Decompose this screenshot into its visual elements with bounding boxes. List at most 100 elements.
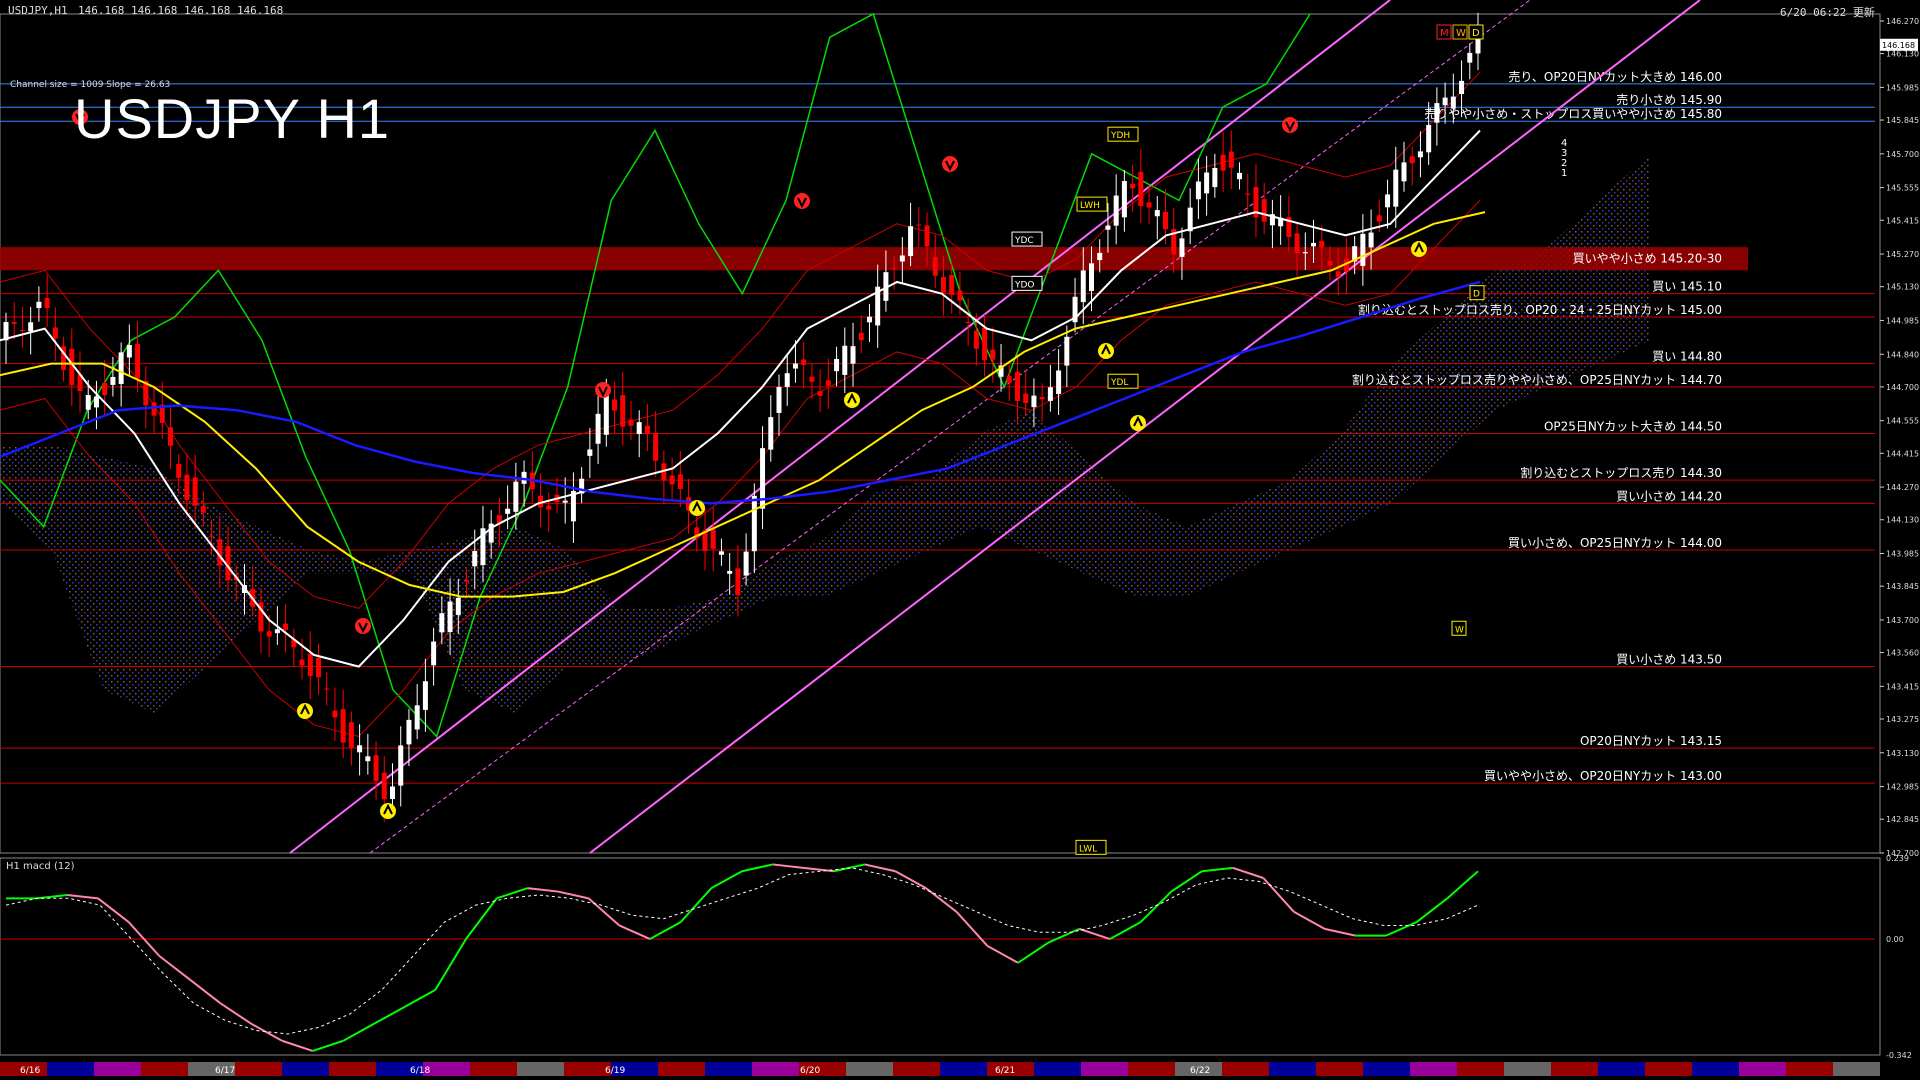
candle-body	[52, 327, 58, 339]
candle-body	[151, 402, 157, 416]
date-strip-segment	[705, 1062, 752, 1076]
candle-body	[1163, 212, 1169, 230]
y-tick-label: 143.275	[1886, 715, 1919, 724]
candle-body	[587, 449, 593, 456]
candle-body	[299, 659, 305, 666]
candle-body	[1056, 370, 1062, 394]
candle-body	[324, 688, 330, 690]
date-strip-segment	[141, 1062, 188, 1076]
buy-zone-band	[0, 247, 1748, 271]
candle-body	[768, 417, 774, 450]
candle-body	[110, 376, 116, 385]
date-strip-segment	[940, 1062, 987, 1076]
candle-body	[1212, 167, 1218, 188]
x-date-label: 6/22	[1190, 1066, 1210, 1076]
marker-label: LWL	[1079, 844, 1097, 854]
candle-body	[1417, 151, 1423, 158]
candle-body	[1311, 242, 1317, 247]
candle-body	[620, 395, 626, 427]
date-strip-segment	[1457, 1062, 1504, 1076]
candle-body	[85, 395, 91, 410]
candle-body	[274, 629, 280, 634]
level-label: 割り込むとストップロス売り 144.30	[1520, 465, 1722, 480]
candle-body	[546, 505, 552, 510]
candle-body	[1121, 181, 1127, 218]
candle-body	[283, 623, 289, 630]
level-label: 買い 145.10	[1652, 280, 1722, 294]
candle-body	[184, 474, 190, 500]
date-strip-segment	[658, 1062, 705, 1076]
x-date-label: 6/16	[20, 1066, 40, 1076]
candle-body	[990, 349, 996, 360]
y-tick-label: 142.845	[1886, 815, 1919, 824]
candle-body	[1006, 376, 1012, 383]
candle-body	[1179, 238, 1185, 257]
candle-body	[422, 681, 428, 710]
y-tick-label: 146.270	[1886, 17, 1919, 26]
y-tick-label: 144.840	[1886, 350, 1919, 359]
candle-body	[644, 425, 650, 435]
candle-body	[1204, 172, 1210, 194]
candle-body	[932, 257, 938, 276]
candle-body	[398, 745, 404, 786]
date-strip-segment	[1598, 1062, 1645, 1076]
candle-body	[899, 255, 905, 262]
candle-body	[792, 363, 798, 369]
candle-body	[949, 274, 955, 295]
candle-body	[850, 346, 856, 364]
date-strip-segment	[1739, 1062, 1786, 1076]
y-tick-label: 143.415	[1886, 682, 1919, 691]
x-date-label: 6/17	[215, 1066, 235, 1076]
date-strip-segment	[329, 1062, 376, 1076]
candle-body	[1064, 336, 1070, 366]
x-date-label: 6/19	[605, 1066, 625, 1076]
candle-body	[1195, 181, 1201, 200]
pivot-number: 1	[1561, 168, 1567, 179]
candle-body	[381, 772, 387, 800]
candle-body	[1154, 210, 1160, 217]
update-timestamp: 6/20 06:22 更新	[1780, 6, 1875, 19]
level-label: 割り込むとストップロス売り、OP20・24・25日NYカット 145.00	[1358, 302, 1722, 317]
candle-body	[965, 321, 971, 323]
level-label: 買いやや小さめ、OP20日NYカット 143.00	[1484, 769, 1722, 783]
candle-body	[809, 376, 815, 382]
symbol-info: USDJPY,H1	[8, 4, 68, 17]
marker-label: YDH	[1110, 131, 1130, 141]
candle-body	[825, 380, 831, 386]
candle-body	[11, 322, 17, 324]
date-strip-segment	[1504, 1062, 1551, 1076]
candle-body	[209, 535, 215, 537]
candle-body	[1080, 270, 1086, 303]
candle-body	[669, 475, 675, 485]
candle-body	[1031, 395, 1037, 408]
y-tick-label: 143.560	[1886, 649, 1919, 658]
x-date-label: 6/20	[800, 1066, 820, 1076]
y-tick-label: 144.985	[1886, 316, 1919, 325]
candle-body	[1376, 215, 1382, 222]
candle-body	[36, 301, 42, 309]
candle-body	[505, 508, 511, 514]
marker-label: YDC	[1014, 236, 1034, 246]
candle-body	[1368, 232, 1374, 248]
candle-body	[390, 786, 396, 800]
price-chart[interactable]: 買いやや小さめ 145.20-30 売りやや小さめ・ストップロス買いやや小さめ 1…	[0, 0, 1920, 1080]
date-strip-segment	[1316, 1062, 1363, 1076]
candle-body	[1130, 183, 1136, 189]
candle-body	[1393, 169, 1399, 207]
candle-body	[118, 352, 124, 384]
candle-body	[1220, 154, 1226, 171]
candle-body	[1023, 393, 1029, 404]
candle-body	[1434, 103, 1440, 123]
date-strip-segment	[846, 1062, 893, 1076]
chart-title: USDJPY H1	[74, 87, 391, 150]
candle-body	[357, 745, 363, 753]
y-tick-label: 145.845	[1886, 116, 1919, 125]
candle-body	[817, 391, 823, 396]
date-strip-segment	[1081, 1062, 1128, 1076]
current-price-label: 146.168	[1882, 41, 1915, 50]
candle-body	[439, 613, 445, 633]
candle-body	[866, 316, 872, 323]
candle-body	[447, 601, 453, 633]
y-tick-label: 142.985	[1886, 783, 1919, 792]
candle-body	[653, 433, 659, 461]
